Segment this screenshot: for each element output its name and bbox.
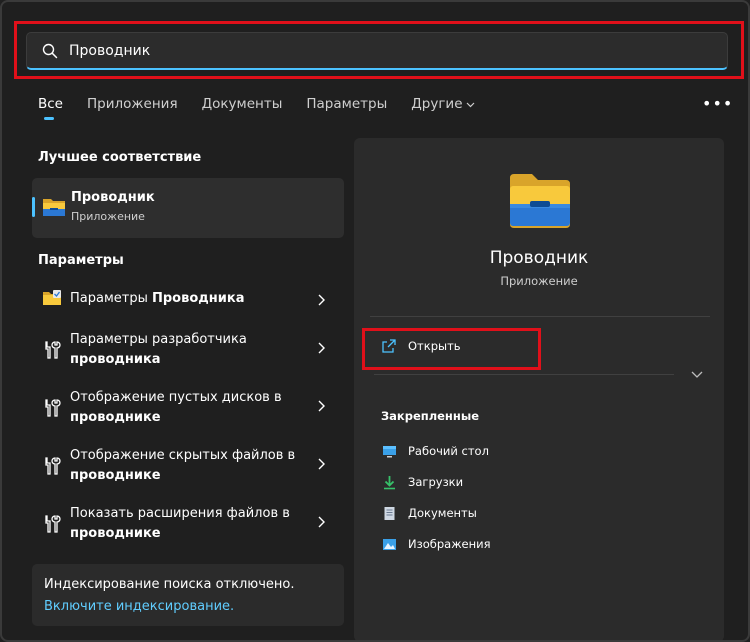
search-input[interactable] bbox=[69, 42, 669, 59]
document-icon bbox=[384, 506, 395, 520]
pinned-item-desktop[interactable]: Рабочий стол bbox=[382, 442, 489, 460]
indexing-notice: Индексирование поиска отключено. Включит… bbox=[32, 564, 344, 626]
pinned-heading: Закрепленные bbox=[381, 409, 480, 423]
best-match-subtitle: Приложение bbox=[71, 210, 145, 223]
setting-text-bold: Проводника bbox=[152, 291, 245, 306]
pictures-icon bbox=[383, 538, 396, 550]
setting-text-part: Отображение пустых дисков в bbox=[70, 390, 282, 405]
setting-item-label: Параметры разработчика проводника bbox=[70, 330, 310, 370]
tab-other[interactable]: Другие bbox=[411, 95, 474, 119]
tools-icon bbox=[45, 457, 61, 475]
setting-text-part: Параметры bbox=[70, 291, 152, 306]
filter-tabs: Все Приложения Документы Параметры Други… bbox=[38, 95, 499, 120]
pinned-item-documents[interactable]: Документы bbox=[382, 504, 477, 522]
detail-title: Проводник bbox=[489, 248, 589, 268]
chevron-right-icon bbox=[318, 516, 325, 528]
desktop-icon bbox=[383, 445, 396, 457]
detail-pane: Проводник Приложение bbox=[354, 138, 724, 640]
download-icon bbox=[384, 475, 395, 489]
chevron-right-icon bbox=[318, 458, 325, 470]
setting-text-part: Показать расширения файлов в bbox=[70, 506, 290, 521]
setting-text-part: Отображение скрытых файлов в bbox=[70, 448, 296, 463]
setting-item-label: Показать расширения файлов в проводнике bbox=[70, 504, 310, 544]
setting-item-hidden-files[interactable]: Отображение скрытых файлов в проводнике bbox=[32, 442, 344, 496]
search-panel: Все Приложения Документы Параметры Други… bbox=[0, 0, 750, 642]
best-match-item[interactable]: Проводник Приложение bbox=[32, 178, 344, 238]
setting-text-bold: проводнике bbox=[70, 526, 161, 541]
tools-icon bbox=[45, 399, 61, 417]
setting-item-file-extensions[interactable]: Показать расширения файлов в проводнике bbox=[32, 500, 344, 554]
tools-icon bbox=[45, 515, 61, 533]
pinned-item-downloads[interactable]: Загрузки bbox=[382, 473, 463, 491]
search-box[interactable] bbox=[26, 32, 728, 70]
pinned-label: Загрузки bbox=[408, 475, 464, 489]
detail-subtitle: Приложение bbox=[500, 274, 578, 288]
chevron-down-icon bbox=[466, 102, 474, 108]
setting-item-label: Отображение скрытых файлов в проводнике bbox=[70, 446, 310, 486]
setting-text-bold: проводнике bbox=[70, 410, 161, 425]
enable-indexing-link[interactable]: Включите индексирование. bbox=[44, 599, 234, 614]
best-match-title: Проводник bbox=[71, 190, 155, 205]
indexing-status-text: Индексирование поиска отключено. bbox=[44, 577, 295, 592]
folder-icon bbox=[43, 199, 65, 216]
pinned-label: Изображения bbox=[408, 537, 491, 551]
pinned-item-pictures[interactable]: Изображения bbox=[382, 535, 491, 553]
tab-settings[interactable]: Параметры bbox=[306, 95, 387, 119]
tab-documents[interactable]: Документы bbox=[202, 95, 283, 119]
tab-other-label: Другие bbox=[411, 96, 463, 112]
divider bbox=[370, 316, 710, 317]
tab-apps-label: Приложения bbox=[87, 96, 178, 112]
setting-item-label: Параметры Проводника bbox=[70, 289, 310, 309]
setting-item-empty-drives[interactable]: Отображение пустых дисков в проводнике bbox=[32, 384, 344, 438]
setting-text-part: Параметры разработчика bbox=[70, 332, 247, 347]
best-match-heading: Лучшее соответствие bbox=[38, 150, 202, 165]
divider bbox=[374, 374, 674, 375]
settings-heading: Параметры bbox=[38, 253, 124, 268]
folder-settings-icon bbox=[43, 290, 61, 305]
folder-icon bbox=[510, 174, 570, 228]
setting-item-developer[interactable]: Параметры разработчика проводника bbox=[32, 326, 344, 380]
tab-apps[interactable]: Приложения bbox=[87, 95, 178, 119]
tab-all-label: Все bbox=[38, 96, 63, 112]
setting-text-bold: проводнике bbox=[70, 468, 161, 483]
open-highlight-annotation bbox=[362, 328, 541, 370]
chevron-right-icon bbox=[318, 400, 325, 412]
pinned-label: Рабочий стол bbox=[408, 444, 489, 458]
search-icon bbox=[42, 43, 58, 58]
tab-documents-label: Документы bbox=[201, 96, 283, 112]
chevron-down-icon[interactable] bbox=[691, 370, 703, 380]
tab-all[interactable]: Все bbox=[38, 95, 63, 120]
tools-icon bbox=[45, 341, 61, 359]
chevron-right-icon bbox=[318, 294, 325, 306]
chevron-right-icon bbox=[318, 342, 325, 354]
setting-item-label: Отображение пустых дисков в проводнике bbox=[70, 388, 310, 428]
pinned-label: Документы bbox=[408, 506, 477, 520]
selection-indicator bbox=[32, 197, 35, 217]
setting-text-bold: проводника bbox=[70, 352, 161, 367]
setting-item-explorer-options[interactable]: Параметры Проводника bbox=[32, 272, 344, 326]
tab-settings-label: Параметры bbox=[306, 96, 388, 112]
more-options-button[interactable]: ••• bbox=[702, 94, 733, 113]
